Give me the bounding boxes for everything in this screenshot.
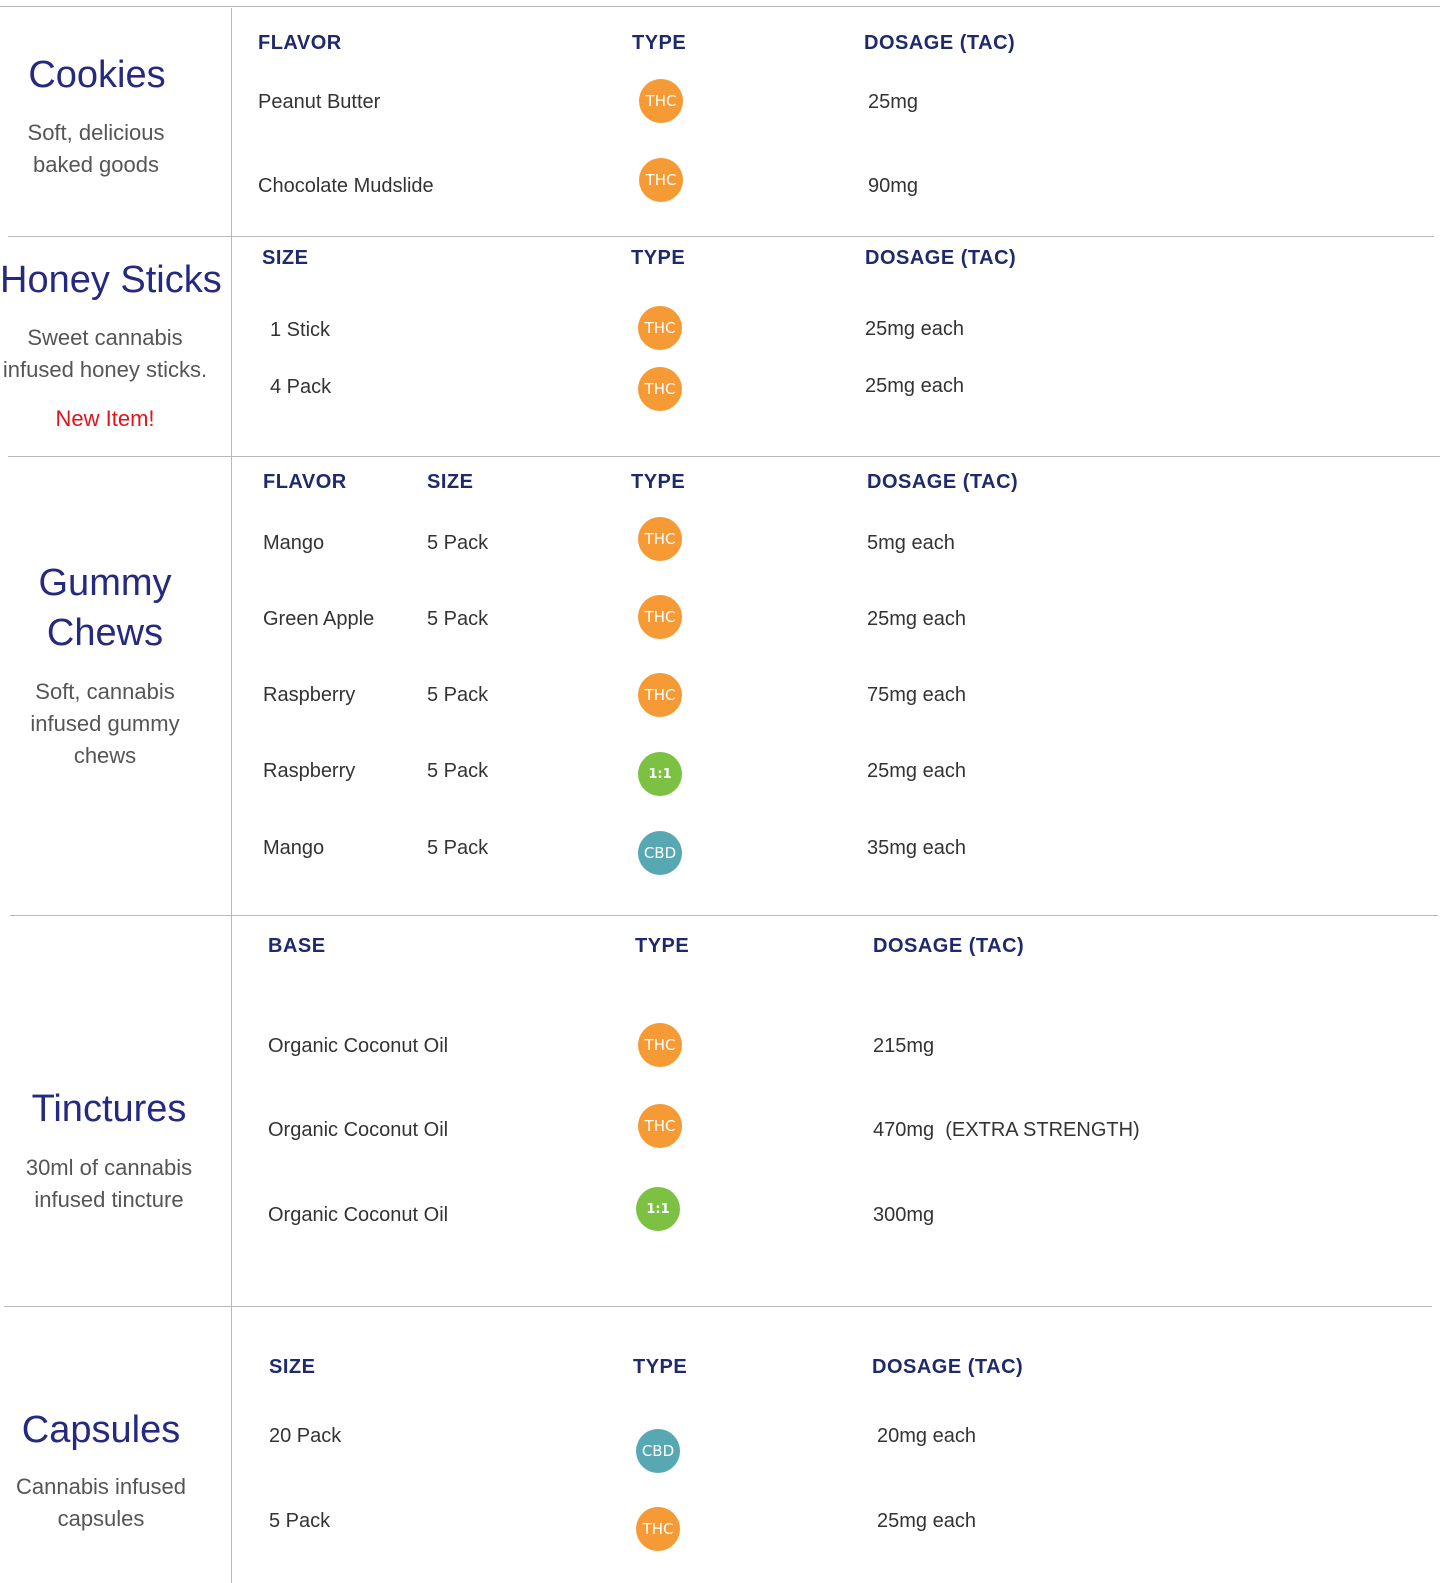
dosage-cell: 215mg (873, 1035, 935, 1057)
thc-badge: THC (639, 79, 683, 123)
section-description: 30ml of cannabis infused tincture (25, 1155, 193, 1212)
header-dosage: DOSAGE (TAC) (867, 471, 1019, 493)
divider-gummy-tinctures (10, 915, 1438, 916)
divider-top (0, 6, 1440, 7)
header-type: TYPE (632, 32, 687, 54)
header-flavor: FLAVOR (258, 32, 342, 54)
size-cell: 20 Pack (269, 1425, 342, 1447)
size-cell: 4 Pack (270, 376, 332, 398)
dosage-cell: 25mg each (867, 760, 966, 782)
section-description: Soft, cannabis infused gummy chews (30, 679, 180, 768)
size-cell: 5 Pack (427, 837, 489, 859)
section-description: Cannabis infused capsules (15, 1474, 186, 1531)
header-size: SIZE (262, 247, 309, 269)
flavor-cell: Mango (263, 532, 325, 554)
header-dosage: DOSAGE (TAC) (865, 247, 1017, 269)
header-base: BASE (268, 935, 326, 957)
section-title: Tinctures (31, 1088, 187, 1130)
divider-cookies-honey (8, 236, 1434, 237)
base-cell: Organic Coconut Oil (268, 1035, 449, 1057)
flavor-cell: Green Apple (263, 608, 375, 630)
size-cell: 5 Pack (269, 1510, 331, 1532)
header-size: SIZE (427, 471, 474, 493)
one-to-one-badge: 1:1 (638, 752, 682, 796)
size-cell: 5 Pack (427, 684, 489, 706)
thc-badge: THC (638, 1104, 682, 1148)
dosage-cell: 5mg each (867, 532, 955, 554)
header-type: TYPE (631, 247, 686, 269)
flavor-cell: Raspberry (263, 760, 356, 782)
section-title: Capsules (21, 1409, 181, 1451)
thc-badge: THC (639, 158, 683, 202)
base-cell: Organic Coconut Oil (268, 1119, 449, 1141)
dosage-cell: 25mg (868, 91, 919, 113)
header-type: TYPE (635, 935, 690, 957)
section-description: Soft, delicious baked goods (27, 120, 165, 177)
dosage-cell: 75mg each (867, 684, 966, 706)
size-cell: 5 Pack (427, 608, 489, 630)
flavor-cell: Mango (263, 837, 325, 859)
header-flavor: FLAVOR (263, 471, 347, 493)
section-description: Sweet cannabis infused honey sticks. (2, 325, 208, 382)
dosage-cell: 25mg each (865, 375, 964, 397)
header-dosage: DOSAGE (TAC) (872, 1356, 1024, 1378)
one-to-one-badge: 1:1 (636, 1187, 680, 1231)
dosage-cell: 90mg (868, 175, 919, 197)
dosage-cell: 300mg (873, 1204, 935, 1226)
cbd-badge: CBD (638, 831, 682, 875)
column-divider (231, 8, 232, 1583)
base-cell: Organic Coconut Oil (268, 1204, 449, 1226)
thc-badge: THC (638, 306, 682, 350)
dosage-cell: 25mg each (867, 608, 966, 630)
dosage-cell: 35mg each (867, 837, 966, 859)
divider-honey-gummy (8, 456, 1440, 457)
section-title: Gummy Chews (38, 562, 172, 654)
dosage-cell: 470mg (EXTRA STRENGTH) (873, 1119, 1140, 1141)
header-type: TYPE (633, 1356, 688, 1378)
cbd-badge: CBD (636, 1429, 680, 1473)
size-cell: 5 Pack (427, 760, 489, 782)
size-cell: 5 Pack (427, 532, 489, 554)
size-cell: 1 Stick (270, 319, 331, 341)
dosage-cell: 20mg each (877, 1425, 976, 1447)
header-dosage: DOSAGE (TAC) (873, 935, 1025, 957)
dosage-cell: 25mg each (865, 318, 964, 340)
section-title: Honey Sticks (0, 259, 222, 301)
dosage-cell: 25mg each (877, 1510, 976, 1532)
thc-badge: THC (638, 1023, 682, 1067)
header-dosage: DOSAGE (TAC) (864, 32, 1016, 54)
header-size: SIZE (269, 1356, 316, 1378)
thc-badge: THC (638, 517, 682, 561)
thc-badge: THC (638, 673, 682, 717)
section-title: Cookies (28, 54, 166, 96)
divider-tinctures-capsules (4, 1306, 1432, 1307)
flavor-cell: Chocolate Mudslide (258, 175, 434, 197)
thc-badge: THC (638, 367, 682, 411)
flavor-cell: Peanut Butter (258, 91, 381, 113)
header-type: TYPE (631, 471, 686, 493)
thc-badge: THC (636, 1507, 680, 1551)
new-item-label: New Item! (55, 406, 155, 431)
thc-badge: THC (638, 595, 682, 639)
flavor-cell: Raspberry (263, 684, 356, 706)
